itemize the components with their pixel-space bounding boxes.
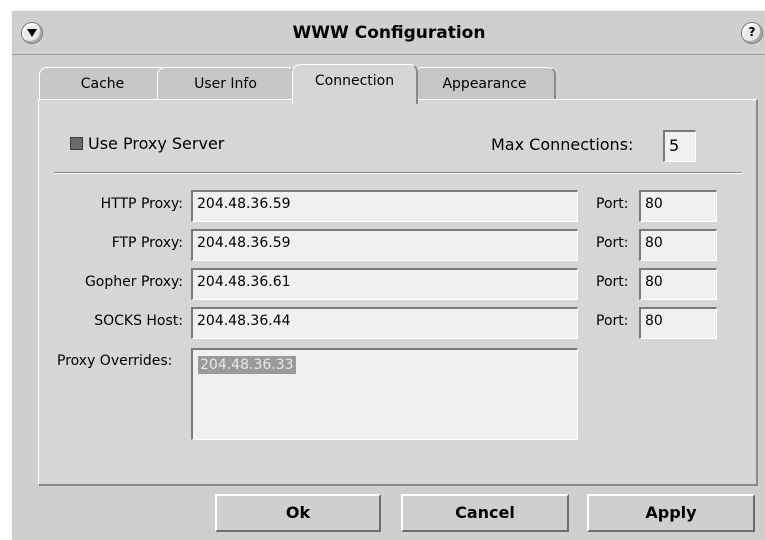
ftp-port-label: Port: bbox=[596, 235, 629, 251]
ftp-proxy-label: FTP Proxy: bbox=[111, 235, 183, 251]
max-connections-field[interactable]: 5 bbox=[663, 130, 696, 162]
gopher-port-label: Port: bbox=[596, 274, 629, 290]
ftp-proxy-field[interactable]: 204.48.36.59 bbox=[191, 229, 578, 261]
apply-button[interactable]: Apply bbox=[587, 494, 755, 532]
gopher-port-field[interactable]: 80 bbox=[639, 268, 717, 300]
connection-panel: Use Proxy Server Max Connections: 5 HTTP… bbox=[38, 99, 758, 486]
socks-port-label: Port: bbox=[596, 313, 629, 329]
gopher-proxy-label: Gopher Proxy: bbox=[84, 274, 183, 290]
use-proxy-checkbox[interactable] bbox=[70, 137, 83, 150]
http-proxy-field[interactable]: 204.48.36.59 bbox=[191, 190, 578, 222]
http-proxy-label: HTTP Proxy: bbox=[100, 196, 183, 212]
help-icon[interactable]: ? bbox=[741, 22, 763, 44]
tab-cache[interactable]: Cache bbox=[39, 67, 167, 101]
ok-button[interactable]: Ok bbox=[215, 494, 381, 532]
proxy-overrides-label: Proxy Overrides: bbox=[57, 353, 173, 369]
www-configuration-window: WWW Configuration ? Cache User Info Appe… bbox=[11, 10, 765, 540]
use-proxy-label: Use Proxy Server bbox=[88, 134, 225, 153]
proxy-overrides-selected-text: 204.48.36.33 bbox=[198, 356, 296, 374]
window-title: WWW Configuration bbox=[292, 23, 486, 43]
ftp-port-field[interactable]: 80 bbox=[639, 229, 717, 261]
http-port-field[interactable]: 80 bbox=[639, 190, 717, 222]
separator bbox=[54, 172, 742, 174]
tab-user-info[interactable]: User Info bbox=[157, 67, 295, 101]
cancel-button[interactable]: Cancel bbox=[401, 494, 569, 532]
gopher-proxy-field[interactable]: 204.48.36.61 bbox=[191, 268, 578, 300]
socks-host-field[interactable]: 204.48.36.44 bbox=[191, 307, 578, 339]
max-connections-label: Max Connections: bbox=[491, 135, 634, 154]
proxy-overrides-textarea[interactable]: 204.48.36.33 bbox=[191, 348, 578, 440]
tab-connection[interactable]: Connection bbox=[292, 64, 418, 104]
title-bar[interactable]: WWW Configuration ? bbox=[12, 11, 765, 55]
tab-appearance[interactable]: Appearance bbox=[414, 67, 556, 101]
socks-host-label: SOCKS Host: bbox=[94, 313, 183, 329]
socks-port-field[interactable]: 80 bbox=[639, 307, 717, 339]
http-port-label: Port: bbox=[596, 196, 629, 212]
